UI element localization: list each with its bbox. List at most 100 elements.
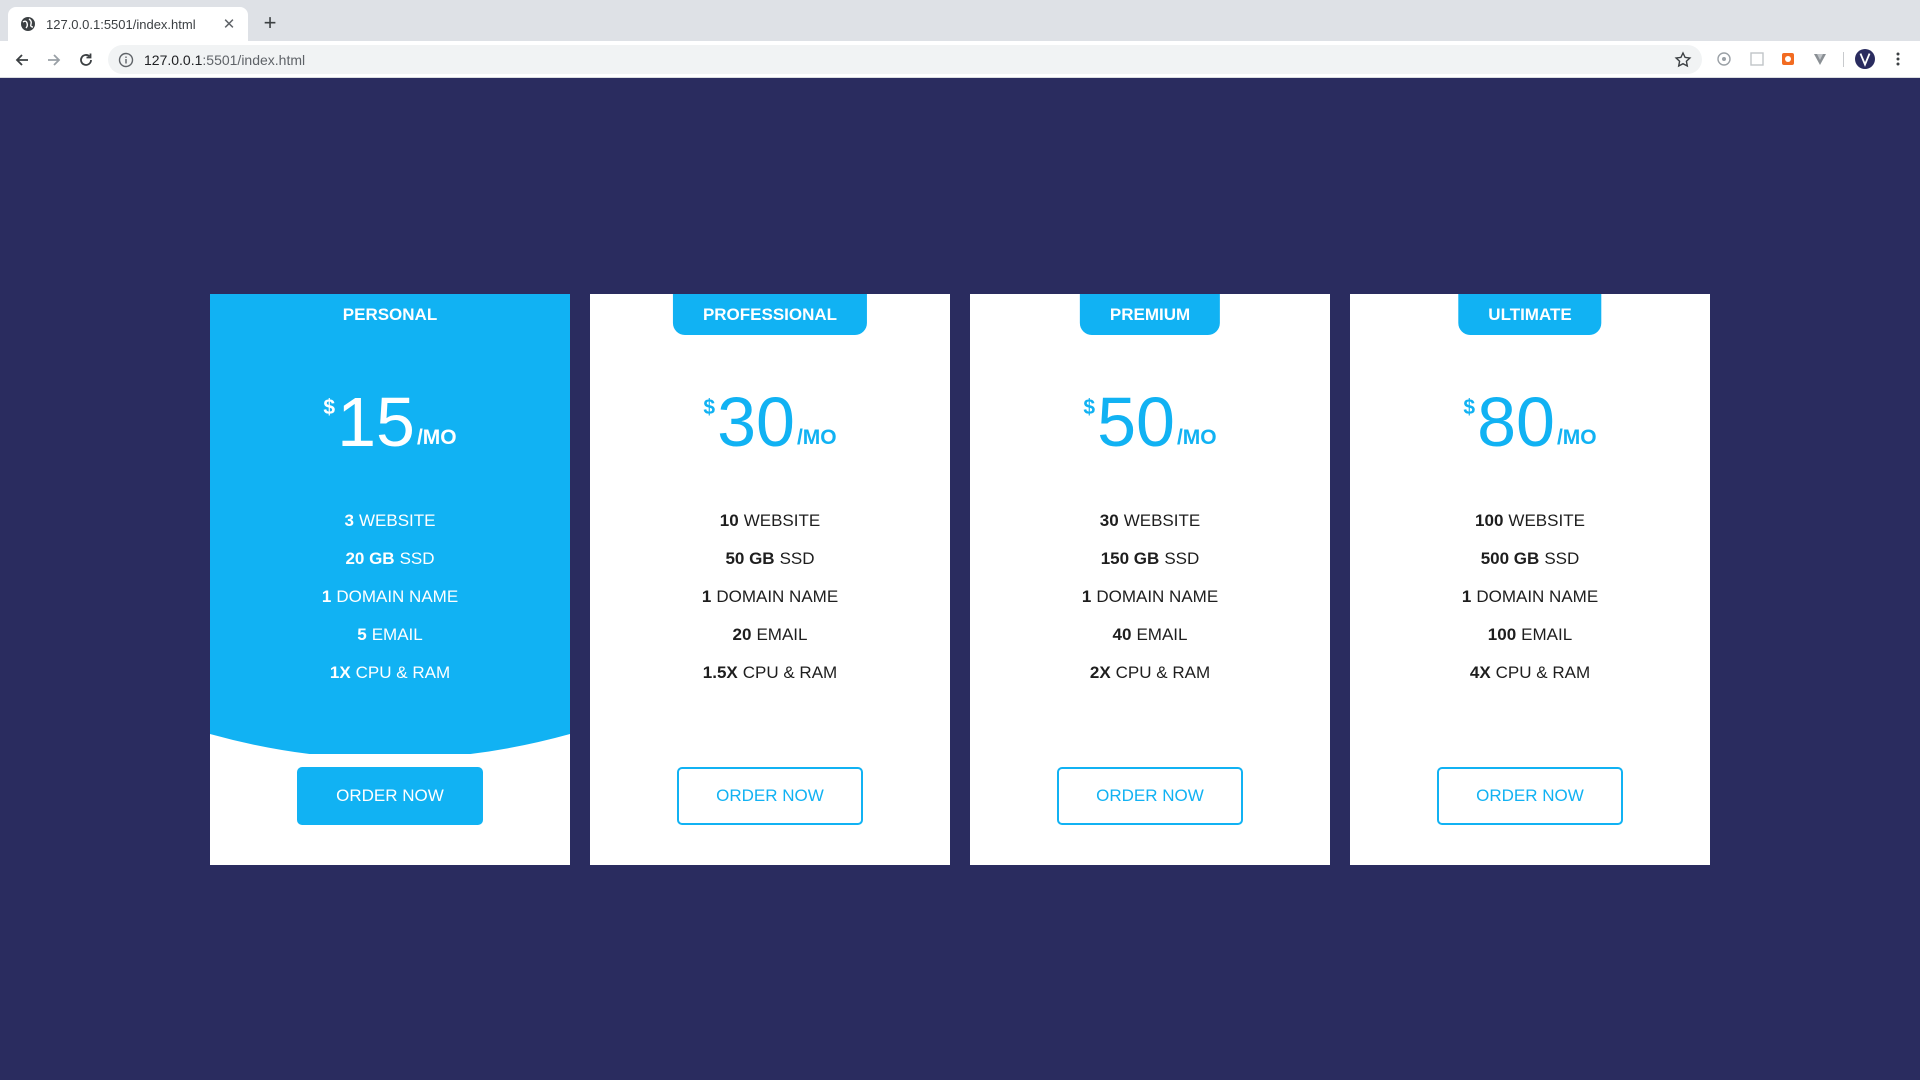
pricing-card-ultimate: ULTIMATE $ 80 /MO 100 WEBSITE 500 GB SSD 1…: [1350, 294, 1710, 865]
plan-name: PROFESSIONAL: [672, 294, 868, 335]
pricing-card-personal: PERSONAL $ 15 /MO 3 WEBSITE 20 GB SSD 1 DOM…: [210, 294, 570, 865]
feature-item: 100 WEBSITE: [1350, 502, 1710, 540]
reload-icon: [80, 53, 92, 66]
new-tab-button[interactable]: +: [258, 12, 282, 36]
feature-quantity: 100: [1475, 511, 1504, 530]
browser-chrome: 127.0.0.1:5501/index.html ✕ + 127.0.0.1:…: [0, 0, 1920, 78]
address-bar[interactable]: 127.0.0.1:5501/index.html: [108, 45, 1702, 74]
feature-label: WEBSITE: [1508, 511, 1585, 530]
feature-quantity: 1: [1081, 587, 1092, 606]
url-host: 127.0.0.1: [144, 51, 203, 68]
feature-quantity: 4X: [1469, 663, 1491, 682]
price-amount: 15: [337, 383, 415, 461]
order-now-button[interactable]: ORDER NOW: [1437, 767, 1623, 825]
price: $ 15 /MO: [210, 382, 570, 462]
feature-label: WEBSITE: [743, 511, 821, 530]
feature-quantity: 1: [321, 587, 332, 606]
feature-item: 1 DOMAIN NAME: [590, 578, 950, 616]
feature-label: DOMAIN NAME: [336, 587, 459, 606]
feature-label: EMAIL: [1521, 625, 1573, 644]
pricing-card-premium: PREMIUM $ 50 /MO 30 WEBSITE 150 GB SSD 1 DO…: [970, 294, 1330, 865]
feature-item: 1 DOMAIN NAME: [1350, 578, 1710, 616]
feature-quantity: 20: [732, 625, 752, 644]
feature-label: EMAIL: [371, 625, 423, 644]
browser-tab[interactable]: 127.0.0.1:5501/index.html ✕: [8, 7, 248, 41]
feature-label: EMAIL: [1136, 625, 1188, 644]
feature-item: 3 WEBSITE: [210, 502, 570, 540]
feature-label: CPU & RAM: [1495, 663, 1591, 682]
feature-item: 10 WEBSITE: [590, 502, 950, 540]
price-amount: 50: [1097, 383, 1175, 461]
price-currency: $: [1463, 396, 1476, 419]
globe-icon: [21, 17, 35, 31]
forward-button[interactable]: [41, 47, 67, 73]
extension-button-4[interactable]: [1810, 49, 1830, 69]
order-now-button[interactable]: ORDER NOW: [677, 767, 863, 825]
feature-label: EMAIL: [756, 625, 808, 644]
feature-quantity: 20 GB: [345, 549, 395, 568]
feature-quantity: 1.5X: [702, 663, 738, 682]
feature-item: 100 EMAIL: [1350, 616, 1710, 654]
feature-item: 500 GB SSD: [1350, 540, 1710, 578]
feature-item: 50 GB SSD: [590, 540, 950, 578]
feature-label: SSD: [1164, 549, 1200, 568]
extension-icon: [1782, 53, 1794, 65]
reload-button[interactable]: [73, 47, 99, 73]
feature-label: SSD: [399, 549, 435, 568]
feature-quantity: 40: [1112, 625, 1132, 644]
extension-icon: [1750, 52, 1764, 66]
feature-quantity: 3: [344, 511, 354, 530]
forward-arrow-icon: [48, 54, 61, 66]
tab-title: 127.0.0.1:5501/index.html: [46, 16, 196, 32]
profile-button[interactable]: [1855, 49, 1875, 69]
price-amount: 30: [717, 383, 795, 461]
extension-icon: [1814, 54, 1826, 65]
feature-label: DOMAIN NAME: [716, 587, 839, 606]
back-arrow-icon: [15, 54, 28, 66]
feature-label: DOMAIN NAME: [1476, 587, 1599, 606]
order-now-button[interactable]: ORDER NOW: [297, 767, 483, 825]
feature-item: 1 DOMAIN NAME: [970, 578, 1330, 616]
price-period: /MO: [1556, 426, 1597, 449]
extension-button-3[interactable]: [1778, 49, 1798, 69]
feature-quantity: 100: [1487, 625, 1517, 644]
url-text: 127.0.0.1:5501/index.html: [144, 52, 1674, 68]
profile-icon: [1855, 49, 1875, 69]
feature-list: 100 WEBSITE 500 GB SSD 1 DOMAIN NAME 100 EMA…: [1350, 502, 1710, 692]
feature-item: 30 WEBSITE: [970, 502, 1330, 540]
pricing-card-professional: PROFESSIONAL $ 30 /MO 10 WEBSITE 50 GB SSD…: [590, 294, 950, 865]
extension-button-1[interactable]: [1714, 49, 1734, 69]
feature-item: 20 GB SSD: [210, 540, 570, 578]
feature-list: 30 WEBSITE 150 GB SSD 1 DOMAIN NAME 40 EMAIL…: [970, 502, 1330, 692]
extension-button-2[interactable]: [1747, 49, 1767, 69]
feature-item: 150 GB SSD: [970, 540, 1330, 578]
info-icon[interactable]: [118, 52, 134, 68]
feature-quantity: 2X: [1089, 663, 1111, 682]
feature-item: 5 EMAIL: [210, 616, 570, 654]
back-button[interactable]: [9, 47, 35, 73]
browser-toolbar: 127.0.0.1:5501/index.html: [0, 41, 1920, 78]
extension-icon: [1717, 52, 1731, 66]
feature-list: 10 WEBSITE 50 GB SSD 1 DOMAIN NAME 20 EMAIL …: [590, 502, 950, 692]
more-menu-icon: [1896, 52, 1900, 66]
feature-label: WEBSITE: [358, 511, 436, 530]
feature-label: CPU & RAM: [742, 663, 838, 682]
feature-quantity: 5: [357, 625, 367, 644]
price: $ 30 /MO: [590, 382, 950, 462]
feature-label: SSD: [1544, 549, 1580, 568]
feature-quantity: 1: [701, 587, 712, 606]
star-icon[interactable]: [1674, 50, 1692, 69]
price-period: /MO: [416, 426, 457, 449]
feature-item: 1X CPU & RAM: [210, 654, 570, 692]
more-menu-button[interactable]: [1888, 49, 1908, 69]
feature-item: 1 DOMAIN NAME: [210, 578, 570, 616]
feature-item: 4X CPU & RAM: [1350, 654, 1710, 692]
plan-name: PERSONAL: [342, 304, 438, 324]
order-now-button[interactable]: ORDER NOW: [1057, 767, 1243, 825]
price-amount: 80: [1477, 383, 1555, 461]
close-tab-icon[interactable]: ✕: [220, 15, 238, 33]
feature-quantity: 10: [719, 511, 739, 530]
feature-quantity: 1: [1461, 587, 1472, 606]
feature-quantity: 30: [1099, 511, 1119, 530]
plan-name: PREMIUM: [1079, 294, 1221, 335]
